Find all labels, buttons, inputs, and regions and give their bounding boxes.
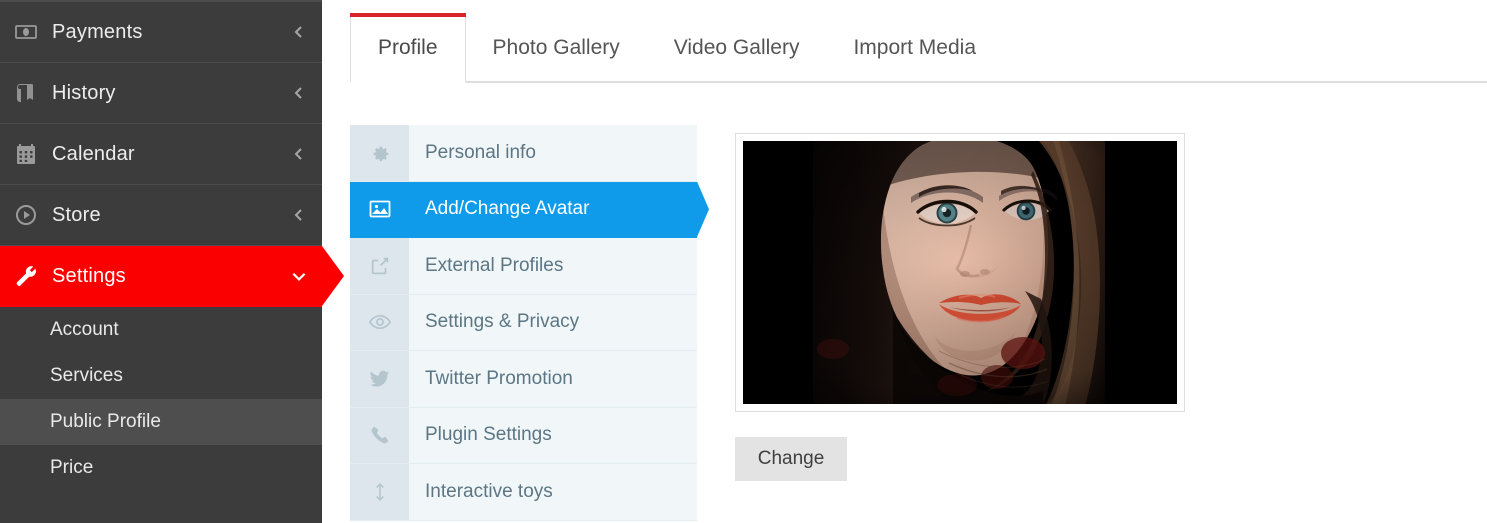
sidebar-subitem-label: Services <box>50 365 123 386</box>
sidebar-item-store[interactable]: Store <box>0 185 322 246</box>
vmenu-item-label: Twitter Promotion <box>425 367 573 389</box>
calendar-icon <box>0 142 52 166</box>
sidebar-item-label: History <box>52 81 116 104</box>
book-icon <box>0 81 52 105</box>
change-avatar-button[interactable]: Change <box>735 437 847 481</box>
left-sidebar: Payments History Calendar Store Settings… <box>0 0 344 523</box>
avatar-section: Change <box>735 125 1185 481</box>
avatar-frame <box>735 133 1185 412</box>
tab-bar: Profile Photo Gallery Video Gallery Impo… <box>350 0 1487 83</box>
tab-active-indicator <box>350 13 466 17</box>
wrench-icon <box>0 264 52 288</box>
sidebar-item-label: Payments <box>52 20 143 43</box>
chevron-left-icon[interactable] <box>276 85 322 101</box>
tab-label: Profile <box>378 35 438 59</box>
arrows-vertical-icon <box>350 464 409 520</box>
vmenu-item-label: Plugin Settings <box>425 424 552 446</box>
avatar-portrait-illustration <box>743 141 1177 404</box>
profile-settings-menu: Personal info Add/Change Avatar External… <box>350 125 709 521</box>
main-content: Profile Photo Gallery Video Gallery Impo… <box>322 0 1487 523</box>
chevron-left-icon[interactable] <box>276 207 322 223</box>
sidebar-subitem-services[interactable]: Services <box>0 353 322 399</box>
avatar <box>743 141 1177 404</box>
sidebar-item-payments[interactable]: Payments <box>0 2 322 63</box>
vmenu-active-pointer <box>697 181 709 237</box>
vmenu-item-personal-info[interactable]: Personal info <box>350 125 697 182</box>
sidebar-item-label: Store <box>52 203 101 226</box>
tab-import-media[interactable]: Import Media <box>826 13 1003 83</box>
tab-photo-gallery[interactable]: Photo Gallery <box>466 13 647 83</box>
chevron-left-icon[interactable] <box>276 146 322 162</box>
image-icon <box>350 181 409 237</box>
avatar-image <box>743 141 1177 404</box>
external-link-icon <box>350 238 409 294</box>
sidebar-item-label: Settings <box>52 264 126 287</box>
sidebar-item-settings[interactable]: Settings <box>0 246 344 307</box>
twitter-icon <box>350 351 409 407</box>
chevron-left-icon[interactable] <box>276 24 322 40</box>
tab-profile[interactable]: Profile <box>350 13 466 83</box>
tab-label: Import Media <box>853 36 976 59</box>
change-avatar-button-label: Change <box>757 448 825 469</box>
sidebar-subitem-label: Price <box>50 457 94 478</box>
vmenu-item-label: Personal info <box>425 141 536 163</box>
vmenu-item-twitter-promotion[interactable]: Twitter Promotion <box>350 351 697 408</box>
vmenu-item-settings-privacy[interactable]: Settings & Privacy <box>350 294 697 351</box>
sidebar-item-calendar[interactable]: Calendar <box>0 124 322 185</box>
tab-label: Photo Gallery <box>492 36 620 59</box>
phone-icon <box>350 407 409 463</box>
vmenu-item-external-profiles[interactable]: External Profiles <box>350 238 697 295</box>
app-root: Payments History Calendar Store Settings… <box>0 0 1487 523</box>
sidebar-subitem-price[interactable]: Price <box>0 445 322 491</box>
vmenu-item-plugin-settings[interactable]: Plugin Settings <box>350 407 697 464</box>
sidebar-subitem-label: Public Profile <box>50 411 161 432</box>
vmenu-item-label: Add/Change Avatar <box>425 198 590 220</box>
money-icon <box>0 20 52 44</box>
vmenu-item-add-change-avatar[interactable]: Add/Change Avatar <box>350 181 709 238</box>
sidebar-item-history[interactable]: History <box>0 63 322 124</box>
eye-icon <box>350 294 409 350</box>
sidebar-subitem-label: Account <box>50 319 119 340</box>
vmenu-item-interactive-toys[interactable]: Interactive toys <box>350 464 697 521</box>
tab-video-gallery[interactable]: Video Gallery <box>647 13 827 83</box>
sidebar-subitem-account[interactable]: Account <box>0 307 322 353</box>
vmenu-item-label: Interactive toys <box>425 480 553 502</box>
vmenu-item-label: External Profiles <box>425 254 564 276</box>
play-circle-icon <box>0 203 52 227</box>
chevron-down-icon[interactable] <box>276 267 322 285</box>
vmenu-item-label: Settings & Privacy <box>425 311 580 333</box>
gear-icon <box>350 125 409 181</box>
tab-label: Video Gallery <box>673 36 800 59</box>
sidebar-subitem-public-profile[interactable]: Public Profile <box>0 399 322 445</box>
profile-content: Personal info Add/Change Avatar External… <box>350 83 1487 521</box>
sidebar-item-label: Calendar <box>52 142 135 165</box>
